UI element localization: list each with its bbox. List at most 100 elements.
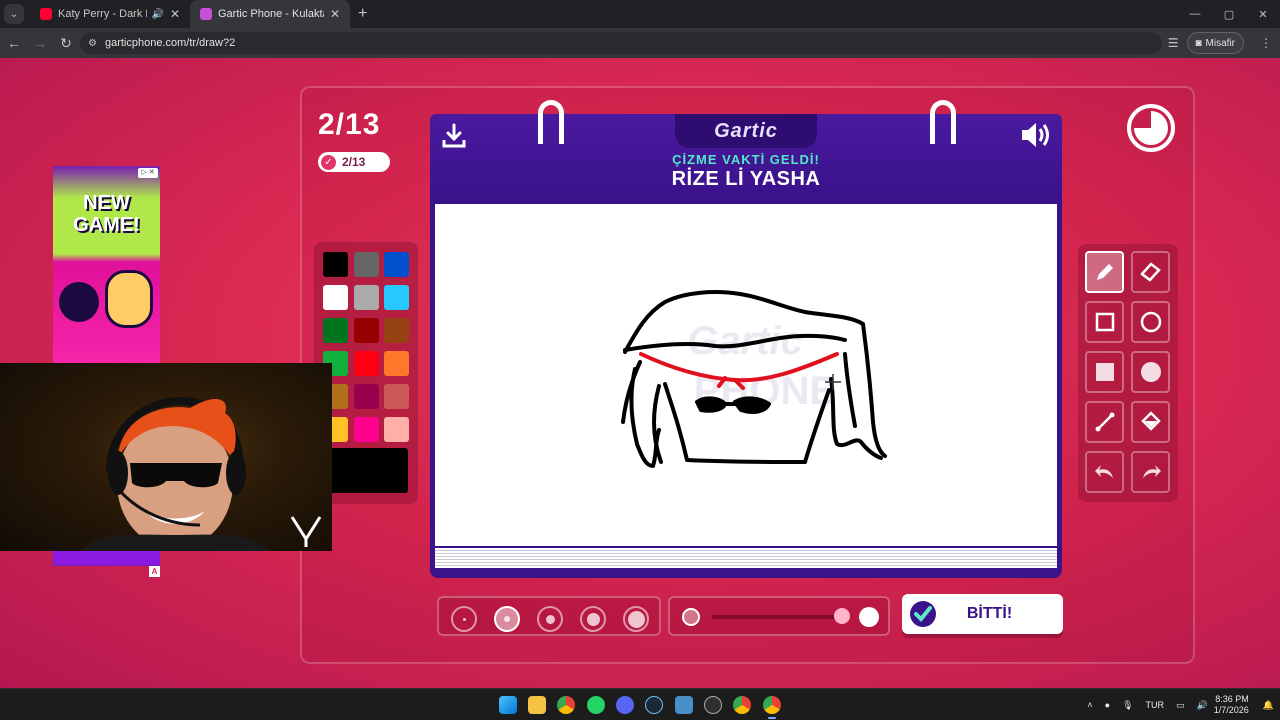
color-swatch[interactable] [353,351,379,376]
windows-taskbar: ˄ ● 🎙 TUR ▭ 🔊 8:36 PM 1/7/2026 🔔 [0,688,1280,720]
speaker-icon[interactable]: 🔊 [151,9,163,20]
chrome-active-icon[interactable] [763,696,781,719]
tab-gartic-phone[interactable]: Gartic Phone - Kulaktan Kulağa ✕ [190,0,350,28]
browser-tab-strip: ⌄ Katy Perry - Dark Horse ft. J 🔊 ✕ Gart… [0,0,1280,28]
tool-ellipse-fill[interactable] [1131,351,1170,393]
url-text: garticphone.com/tr/draw?2 [104,37,236,49]
new-tab-button[interactable]: + [358,5,367,23]
color-swatch[interactable] [323,252,348,277]
color-swatch[interactable] [384,285,409,310]
clock[interactable]: 8:36 PM 1/7/2026 [1214,694,1249,716]
profile-button[interactable]: ◙ Misafir [1186,32,1244,54]
whatsapp-icon[interactable] [587,696,605,714]
drawing-canvas[interactable]: Gartic PHONE [435,204,1057,546]
close-window-icon[interactable]: ✕ [1246,0,1280,28]
color-swatch[interactable] [323,285,348,310]
done-button[interactable]: BİTTİ! [902,594,1063,634]
tab-search-button[interactable]: ⌄ [4,4,24,24]
window-controls: — ▢ ✕ [1178,0,1280,28]
done-check-icon [910,601,936,627]
sketchbook-pages [435,548,1057,568]
minimize-icon[interactable]: — [1178,0,1212,28]
brush-size-1[interactable] [451,606,477,632]
undo-icon [1094,465,1113,478]
app-tray-icon[interactable]: ● [1105,700,1110,710]
steam-icon[interactable] [645,696,663,714]
chrome-profile-icon[interactable] [733,696,751,714]
kebab-menu-icon[interactable]: ⋮ [1260,36,1272,50]
round-counter: 2/13 [318,108,381,141]
site-info-icon[interactable]: ⚙ [88,38,97,49]
back-arrow-icon[interactable]: ← [2,35,26,51]
opacity-max-indicator [859,607,879,627]
rect-fill-icon [1095,363,1114,381]
color-swatch[interactable] [384,384,409,409]
webcam-bar [53,551,160,565]
chrome-icon[interactable] [557,696,575,714]
color-swatch[interactable] [384,318,409,343]
close-tab-icon[interactable]: ✕ [330,7,340,21]
clock-date: 1/7/2026 [1213,705,1249,715]
reload-icon[interactable]: ↻ [54,35,78,52]
ad-marker: A [149,566,160,577]
tool-undo[interactable] [1085,451,1124,493]
tool-redo[interactable] [1131,451,1170,493]
color-swatch[interactable] [353,384,379,409]
color-swatch[interactable] [384,351,409,376]
tool-pen[interactable] [1085,251,1124,293]
binder-ring [538,100,564,144]
address-bar[interactable]: ⚙ garticphone.com/tr/draw?2 [80,32,1162,54]
opacity-handle[interactable] [834,608,850,624]
brush-size-3[interactable] [537,606,563,632]
chevron-up-icon[interactable]: ˄ [1087,700,1092,710]
pen-icon [1096,264,1113,280]
brush-size-4[interactable] [580,606,606,632]
opacity-track[interactable] [712,615,848,619]
sound-icon[interactable] [1019,120,1053,150]
color-swatch[interactable] [323,318,348,343]
download-icon[interactable] [440,122,468,150]
language-indicator[interactable]: TUR [1146,700,1165,710]
notification-icon[interactable]: 🔔 [1263,700,1274,711]
toolbar-right: ☰ ◙ Misafir ⋮ [1160,28,1280,58]
tool-line[interactable] [1085,401,1124,443]
tool-fill-bucket[interactable] [1131,401,1170,443]
brush-size-bar [437,596,661,636]
file-explorer-icon[interactable] [528,696,546,714]
tool-eraser[interactable] [1131,251,1170,293]
tool-rect-fill[interactable] [1085,351,1124,393]
ellipse-outline-icon [1140,311,1161,333]
color-swatch[interactable] [353,318,379,343]
color-swatch[interactable] [384,417,409,442]
reading-list-icon[interactable]: ☰ [1168,36,1179,50]
maximize-icon[interactable]: ▢ [1212,0,1246,28]
tool-rect-outline[interactable] [1085,301,1124,343]
close-tab-icon[interactable]: ✕ [170,7,180,21]
forward-arrow-icon[interactable]: → [28,35,52,51]
color-swatch[interactable] [353,417,379,442]
current-color-preview [330,448,408,493]
brush-size-2[interactable] [494,606,520,632]
opacity-min-indicator [682,608,700,626]
ad-choices-icon[interactable]: ▷ ✕ [138,168,158,178]
streamer-image [80,396,322,551]
tab-title: Katy Perry - Dark Horse ft. J [58,8,147,20]
discord-icon[interactable] [616,696,634,714]
done-counter-badge: ✓ 2/13 [318,152,390,172]
obs-icon[interactable] [704,696,722,714]
opacity-slider[interactable] [668,596,890,636]
volume-icon[interactable]: 🔊 [1197,700,1208,711]
color-swatch[interactable] [353,252,379,277]
thumbs-up-icon [59,282,99,322]
color-swatch[interactable] [353,285,379,310]
gartic-favicon-icon [200,8,212,20]
tab-katy-perry[interactable]: Katy Perry - Dark Horse ft. J 🔊 ✕ [30,0,190,28]
brush-size-5[interactable] [623,606,649,632]
binder-ring [930,100,956,144]
color-swatch[interactable] [384,252,409,277]
app-icon[interactable] [675,696,693,714]
tool-ellipse-outline[interactable] [1131,301,1170,343]
network-icon[interactable]: ▭ [1176,700,1185,711]
windows-start-icon[interactable] [499,696,517,714]
microphone-icon[interactable]: 🎙 [1122,700,1133,711]
